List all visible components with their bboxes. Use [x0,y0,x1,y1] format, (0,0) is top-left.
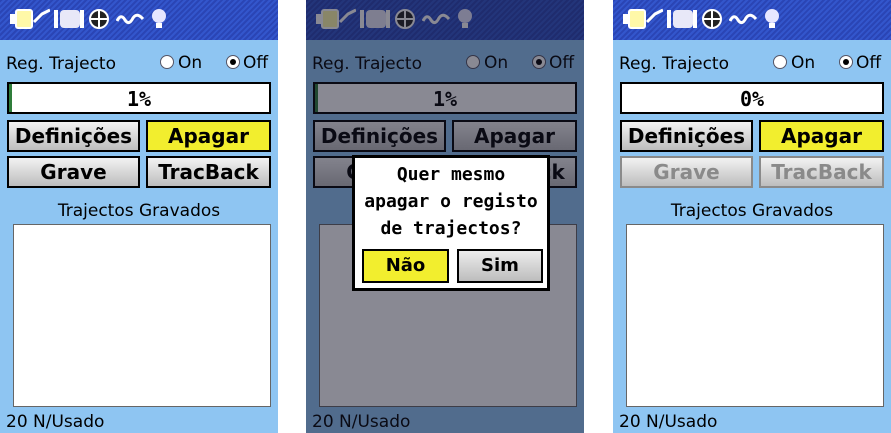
settings-button[interactable]: Definições [620,120,753,152]
clear-button[interactable]: Apagar [146,120,271,152]
track-log-screen-confirm: Reg. Trajecto On Off 1% Definições Apaga… [306,0,584,433]
saved-tracks-title: Trajectos Gravados [670,201,834,221]
unused-count: 20 N/Usado [6,412,105,432]
screen-body: Reg. Trajecto On Off 1% Definições Apaga… [0,40,278,433]
progress-text: 0% [739,87,765,111]
settings-button[interactable]: Definições [7,120,140,152]
unused-count: 20 N/Usado [619,412,718,432]
backlight-icon [152,9,166,28]
no-button[interactable]: Não [362,249,449,283]
compass-icon [89,9,109,29]
off-radio[interactable] [839,55,853,69]
dialog-message-line-2: apagar o registo [364,191,538,212]
memory-progress-bar: 0% [620,82,884,114]
on-radio[interactable] [160,55,174,69]
screen-body: Reg. Trajecto On Off 0% Definições Apaga… [613,40,891,433]
off-label: Off [243,53,269,73]
dialog-message-line-3: de trajectos? [380,218,522,239]
save-button: Grave [620,156,753,188]
satellite-strength-icon [667,10,697,28]
yes-button[interactable]: Sim [457,249,543,283]
track-log-label: Reg. Trajecto [619,54,729,74]
memory-progress-bar: 1% [7,82,271,114]
on-radio[interactable] [773,55,787,69]
track-icon [729,13,757,25]
saved-tracks-list[interactable] [626,224,884,407]
save-button[interactable]: Grave [7,156,140,188]
track-log-screen-cleared: Reg. Trajecto On Off 0% Definições Apaga… [613,0,891,433]
tracback-button[interactable]: TracBack [146,156,271,188]
dialog-message-line-1: Quer mesmo [396,164,506,185]
saved-tracks-title: Trajectos Gravados [57,201,221,221]
satellite-strength-icon [54,10,84,28]
track-icon [116,13,144,25]
on-label: On [178,53,203,73]
backlight-icon [765,9,779,28]
off-label: Off [856,53,882,73]
saved-tracks-list[interactable] [13,224,271,407]
clear-button[interactable]: Apagar [759,120,884,152]
status-bar [0,0,278,40]
compass-icon [702,9,722,29]
tracback-button: TracBack [759,156,884,188]
track-log-label: Reg. Trajecto [6,54,116,74]
progress-text: 1% [126,87,152,111]
battery-icon [10,8,50,29]
track-log-screen: Reg. Trajecto On Off 1% Definições Apaga… [0,0,278,433]
confirm-clear-dialog: Quer mesmo apagar o registo de trajectos… [352,155,550,291]
on-label: On [791,53,816,73]
off-radio[interactable] [226,55,240,69]
status-bar [613,0,891,40]
battery-icon [623,8,663,29]
